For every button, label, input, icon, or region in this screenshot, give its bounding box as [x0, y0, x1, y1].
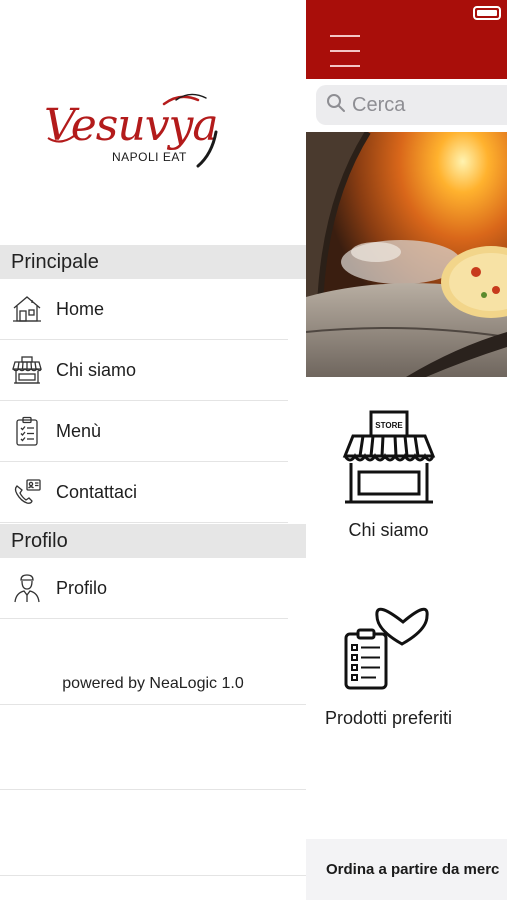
logo-wordmark: Vesuvya: [44, 100, 218, 151]
section-header-profilo: Profilo: [0, 524, 306, 558]
drawer-item-label: Contattaci: [56, 481, 138, 502]
search-input[interactable]: [352, 93, 502, 117]
clipboard-list-icon: [11, 415, 43, 447]
brand-logo: Vesuvya NAPOLI EAT: [40, 88, 270, 178]
search-bar: [306, 79, 507, 132]
main-content: STORE Chi siamo: [306, 0, 507, 900]
drawer-item-contattaci[interactable]: Contattaci: [0, 462, 288, 523]
tile-chi-siamo[interactable]: STORE Chi siamo: [306, 408, 471, 541]
order-banner-text: Ordina a partire da merc: [326, 861, 500, 878]
drawer-item-chi-siamo[interactable]: Chi siamo: [0, 340, 288, 401]
tile-prodotti-preferiti[interactable]: Prodotti preferiti: [306, 592, 471, 729]
chef-avatar-icon: [11, 572, 43, 604]
divider: [0, 704, 306, 705]
phone-contact-icon: [11, 476, 43, 508]
search-field[interactable]: [316, 85, 507, 125]
app-bar: [306, 0, 507, 79]
powered-by-footer: powered by NeaLogic 1.0: [62, 675, 244, 692]
hamburger-menu-icon[interactable]: [330, 34, 362, 68]
drawer-item-label: Home: [56, 298, 105, 319]
drawer-item-label: Chi siamo: [56, 359, 137, 380]
drawer-item-profilo[interactable]: Profilo: [0, 558, 288, 619]
drawer-item-label: Menù: [56, 420, 102, 441]
navigation-drawer: Vesuvya NAPOLI EAT Principale Home Chi s…: [0, 0, 306, 900]
heart-clipboard-icon: [306, 592, 471, 692]
store-icon: STORE: [306, 408, 471, 508]
logo-tagline: NAPOLI EAT: [112, 150, 187, 164]
house-icon: [11, 293, 43, 325]
tile-label: Prodotti preferiti: [324, 708, 453, 728]
divider: [0, 789, 306, 790]
divider: [0, 875, 306, 876]
order-banner[interactable]: Ordina a partire da merc: [306, 839, 507, 900]
store-sign-text: STORE: [375, 421, 403, 430]
tile-label: Chi siamo: [348, 520, 429, 540]
drawer-item-home[interactable]: Home: [0, 279, 288, 340]
store-icon: [11, 354, 43, 386]
drawer-item-label: Profilo: [56, 577, 108, 598]
section-header-principale: Principale: [0, 245, 306, 279]
search-icon: [326, 93, 346, 118]
battery-icon: [473, 6, 501, 20]
hero-image-pizza-oven: [306, 132, 507, 377]
drawer-item-menu[interactable]: Menù: [0, 401, 288, 462]
